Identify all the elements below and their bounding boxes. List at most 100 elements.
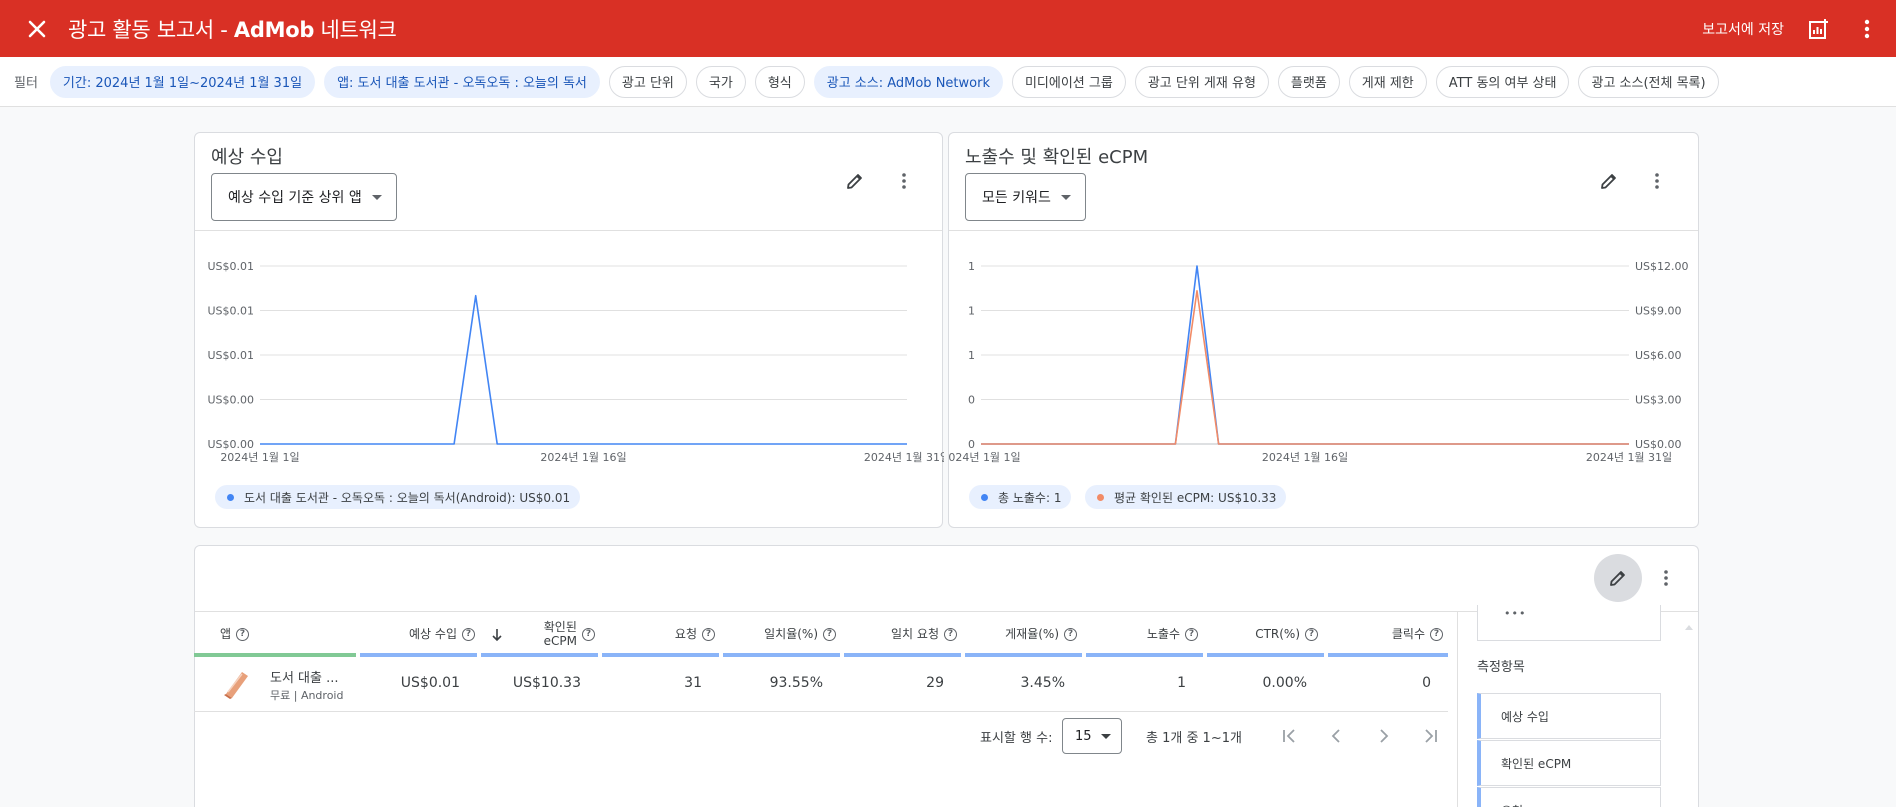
metric-item-requests[interactable]: 요청 bbox=[1477, 787, 1661, 807]
chevron-down-icon bbox=[1100, 733, 1111, 739]
col-header-ecpm-label-1: 확인된 bbox=[543, 620, 577, 634]
cell-matched-requests: 29 bbox=[926, 675, 944, 691]
more-vert-icon[interactable] bbox=[1854, 16, 1880, 42]
col-header-app-label: 앱 bbox=[220, 627, 232, 641]
col-header-ctr-label: CTR(%) bbox=[1255, 627, 1300, 641]
help-icon[interactable]: ? bbox=[582, 627, 595, 641]
cell-ctr: 0.00% bbox=[1262, 675, 1307, 691]
col-header-ecpm[interactable]: 확인된 eCPM? bbox=[520, 620, 595, 648]
y-tick-label: 1 bbox=[968, 305, 975, 318]
y-tick-label: US$0.01 bbox=[207, 305, 254, 318]
more-vert-icon[interactable] bbox=[1654, 564, 1678, 592]
row-divider bbox=[194, 711, 1448, 712]
book-app-icon bbox=[220, 670, 252, 700]
cell-requests: 31 bbox=[684, 675, 702, 691]
x-tick-label: 2024년 1월 31일 bbox=[1586, 450, 1672, 464]
table-toolbar-divider bbox=[195, 611, 1698, 612]
filter-chip-ad-source[interactable]: 광고 소스: AdMob Network bbox=[813, 65, 1003, 98]
col-header-clicks[interactable]: 클릭수? bbox=[1340, 627, 1443, 641]
help-icon[interactable]: ? bbox=[1185, 627, 1198, 641]
col-header-app[interactable]: 앱? bbox=[220, 627, 280, 641]
col-header-revenue[interactable]: 예상 수입? bbox=[370, 627, 475, 641]
close-icon[interactable] bbox=[26, 18, 48, 40]
cell-impressions: 1 bbox=[1177, 675, 1186, 691]
col-header-requests[interactable]: 요청? bbox=[620, 627, 715, 641]
impressions-legend-chip[interactable]: 총 노출수: 1 bbox=[969, 485, 1072, 509]
col-header-match-rate-label: 일치율(%) bbox=[764, 627, 818, 641]
filter-chip-country[interactable]: 국가 bbox=[695, 65, 746, 98]
filter-chip-app[interactable]: 앱: 도서 대출 도서관 - 오독오독 : 오늘의 독서 bbox=[324, 65, 600, 98]
first-page-icon[interactable] bbox=[1276, 723, 1302, 749]
y2-tick-label: US$12.00 bbox=[1635, 260, 1689, 273]
help-icon[interactable]: ? bbox=[1430, 627, 1443, 641]
prev-page-icon[interactable] bbox=[1323, 723, 1349, 749]
metric-item-ecpm[interactable]: 확인된 eCPM bbox=[1477, 740, 1661, 786]
impressions-ecpm-line-chart: 0 US$0.00 0 US$3.00 1 US$6.00 1 US$9.00 1 US$12.0… bbox=[949, 260, 1689, 464]
cell-match-rate: 93.55% bbox=[769, 675, 823, 691]
filter-chip-serving-restriction[interactable]: 게재 제한 bbox=[1348, 65, 1427, 98]
page-title: 광고 활동 보고서 - AdMob 네트워크 bbox=[68, 14, 397, 44]
help-icon[interactable]: ? bbox=[462, 627, 475, 641]
panel-scroll-up-icon[interactable] bbox=[1684, 616, 1694, 630]
col-header-match-rate[interactable]: 일치율(%)? bbox=[740, 627, 836, 641]
help-icon[interactable]: ? bbox=[1064, 627, 1077, 641]
ecpm-legend-chip[interactable]: 평균 확인된 eCPM: US$10.33 bbox=[1085, 485, 1287, 509]
title-suffix: 네트워크 bbox=[314, 17, 397, 42]
col-header-revenue-label: 예상 수입 bbox=[409, 627, 457, 641]
save-report-button[interactable]: 보고서에 저장 bbox=[1702, 19, 1784, 39]
revenue-legend-label: 도서 대출 도서관 - 오독오독 : 오늘의 독서(Android): US$0… bbox=[244, 490, 571, 505]
col-header-ctr[interactable]: CTR(%)? bbox=[1220, 627, 1318, 641]
col-header-matched-requests-label: 일치 요청 bbox=[891, 627, 939, 641]
y-tick-label: US$0.00 bbox=[207, 438, 254, 451]
pagination-count: 총 1개 중 1~1개 bbox=[1146, 731, 1242, 746]
revenue-line-chart: US$0.00 US$0.00 US$0.01 US$0.01 US$0.01 2024년… bbox=[207, 260, 944, 464]
legend-dot-icon bbox=[1097, 493, 1104, 501]
x-tick-label: 2024년 1월 31일 bbox=[864, 450, 944, 464]
rows-per-page-label: 표시할 행 수: bbox=[980, 731, 1053, 746]
y2-tick-label: US$0.00 bbox=[1635, 438, 1682, 451]
help-icon[interactable]: ? bbox=[1305, 627, 1318, 641]
y-tick-label: 1 bbox=[968, 260, 975, 273]
filter-chip-ad-source-full[interactable]: 광고 소스(전체 목록) bbox=[1578, 65, 1719, 98]
help-icon[interactable]: ? bbox=[702, 627, 715, 641]
rows-per-page-select[interactable]: 15 bbox=[1062, 718, 1122, 754]
col-header-impressions[interactable]: 노출수? bbox=[1100, 627, 1198, 641]
cell-clicks: 0 bbox=[1422, 675, 1431, 691]
help-icon[interactable]: ? bbox=[823, 627, 836, 641]
series-line bbox=[260, 294, 907, 445]
col-header-matched-requests[interactable]: 일치 요청? bbox=[860, 627, 957, 641]
legend-dot-icon bbox=[227, 493, 234, 501]
next-page-icon[interactable] bbox=[1371, 723, 1397, 749]
cell-ecpm: US$10.33 bbox=[512, 675, 581, 691]
revenue-legend-chip[interactable]: 도서 대출 도서관 - 오독오독 : 오늘의 독서(Android): US$0… bbox=[215, 485, 581, 509]
metric-item-label: 예상 수입 bbox=[1501, 709, 1549, 724]
filter-chip-mediation-group[interactable]: 미디에이션 그룹 bbox=[1011, 65, 1126, 98]
app-name[interactable]: 도서 대출 ... bbox=[270, 667, 339, 686]
y-tick-label: US$0.01 bbox=[207, 260, 254, 273]
metrics-panel-title: 측정항목 bbox=[1477, 660, 1525, 675]
dimension-box-partial[interactable]: ••• bbox=[1477, 605, 1661, 641]
help-icon[interactable]: ? bbox=[236, 627, 250, 641]
y-tick-label: US$0.01 bbox=[207, 349, 254, 362]
title-prefix: 광고 활동 보고서 - bbox=[68, 17, 234, 42]
last-page-icon[interactable] bbox=[1418, 723, 1444, 749]
filter-chip-serving-type[interactable]: 광고 단위 게재 유형 bbox=[1134, 65, 1269, 98]
col-header-ecpm-label-2: eCPM bbox=[543, 634, 577, 648]
filter-chip-att-consent[interactable]: ATT 동의 여부 상태 bbox=[1435, 65, 1570, 98]
y2-tick-label: US$6.00 bbox=[1635, 349, 1682, 362]
filter-chip-ad-unit[interactable]: 광고 단위 bbox=[608, 65, 687, 98]
filter-chip-format[interactable]: 형식 bbox=[754, 65, 805, 98]
col-header-clicks-label: 클릭수 bbox=[1391, 627, 1425, 641]
x-tick-label: 2024년 1월 16일 bbox=[540, 450, 626, 464]
legend-dot-icon bbox=[981, 493, 988, 501]
title-brand: AdMob bbox=[233, 17, 315, 42]
help-icon[interactable]: ? bbox=[944, 627, 957, 641]
add-chart-icon[interactable] bbox=[1806, 16, 1832, 42]
col-header-show-rate[interactable]: 게재율(%)? bbox=[980, 627, 1077, 641]
more-horiz-icon: ••• bbox=[1504, 607, 1527, 620]
filter-chip-platform[interactable]: 플랫폼 bbox=[1277, 65, 1340, 98]
filter-chip-date[interactable]: 기간: 2024년 1월 1일~2024년 1월 31일 bbox=[49, 65, 316, 98]
sort-arrow-icon[interactable] bbox=[490, 627, 504, 643]
metric-item-revenue[interactable]: 예상 수입 bbox=[1477, 693, 1661, 739]
edit-table-button[interactable] bbox=[1594, 554, 1642, 602]
